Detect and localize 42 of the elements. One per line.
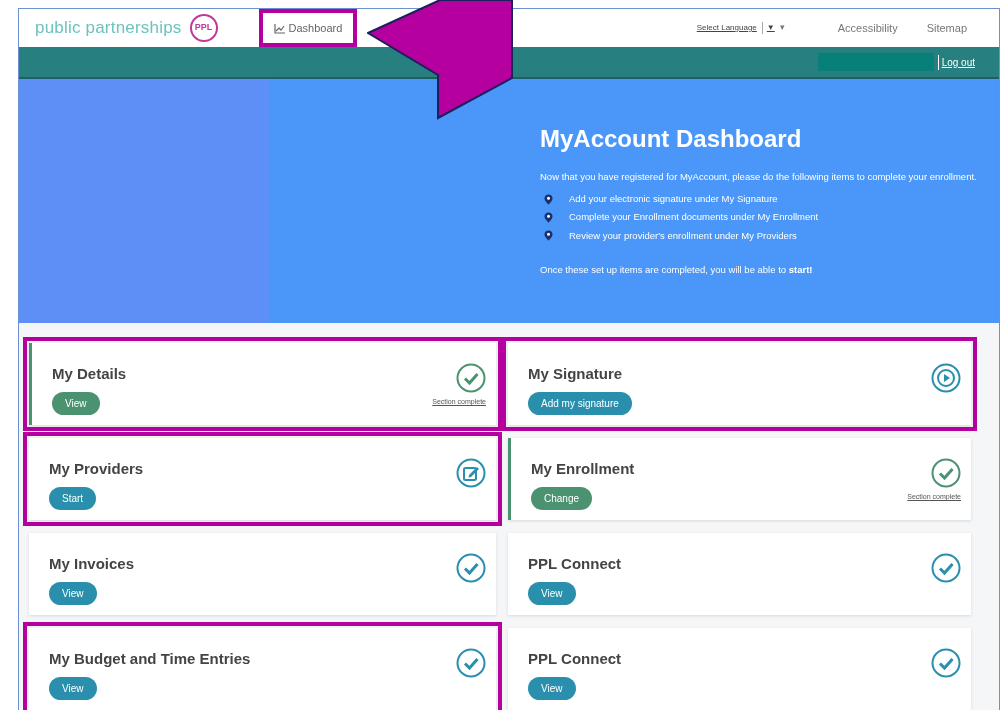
check-circle-icon	[456, 553, 486, 583]
hero-intro: Now that you have registered for MyAccount, please do the following items to complete your enrollment.	[540, 169, 977, 184]
check-circle-icon	[931, 553, 961, 583]
card-title: My Signature	[528, 364, 624, 384]
card-button[interactable]: View	[49, 676, 97, 700]
play-circle-icon	[931, 363, 961, 393]
card-title: PPL Connect	[528, 649, 622, 669]
caret-icon[interactable]: ▾	[779, 21, 785, 35]
check-circle-icon	[456, 648, 486, 678]
location-pin-icon	[544, 211, 553, 223]
chart-icon	[273, 22, 285, 34]
card-button[interactable]: Add my signature	[528, 391, 632, 415]
card-button[interactable]: View	[528, 676, 576, 700]
card-title: PPL Connect	[528, 554, 622, 574]
card-button[interactable]: View	[52, 391, 100, 415]
hero-outro: Once these set up items are completed, you will be able to start!	[540, 262, 814, 277]
nav-link[interactable]: Accessibility	[837, 19, 898, 37]
location-pin-icon	[544, 230, 553, 242]
card-title: My Details	[52, 364, 127, 384]
check-circle-icon	[931, 458, 961, 488]
check-circle-icon	[456, 363, 486, 393]
check-circle-icon	[931, 648, 961, 678]
card-title: My Providers	[49, 459, 144, 479]
card-button[interactable]: View	[49, 581, 97, 605]
hero-title: MyAccount Dashboard	[540, 124, 803, 154]
nav-link[interactable]: Dashboard	[265, 15, 351, 41]
nav-link[interactable]: Sitemap	[926, 19, 967, 37]
card-button[interactable]: View	[528, 581, 576, 605]
location-pin-icon	[544, 193, 553, 205]
card-button[interactable]: Change	[531, 486, 593, 510]
step-text: Review your provider's enrollment under My Providers	[569, 228, 797, 243]
edit-icon	[456, 458, 486, 488]
logo-text: public partnerships	[35, 17, 182, 40]
logo-badge: PPL	[189, 14, 218, 42]
language-link[interactable]: Select Language	[696, 22, 757, 34]
step-text: Complete your Enrollment documents under My Enrollment	[569, 210, 819, 225]
card-title: My Enrollment	[531, 459, 635, 479]
logout-link[interactable]: Log out	[937, 54, 975, 70]
card-title: My Budget and Time Entries	[49, 649, 251, 669]
card-title: My Invoices	[49, 554, 135, 574]
card-button[interactable]: Start	[49, 486, 97, 510]
step-text: Add your electronic signature under My Signature	[569, 192, 778, 206]
